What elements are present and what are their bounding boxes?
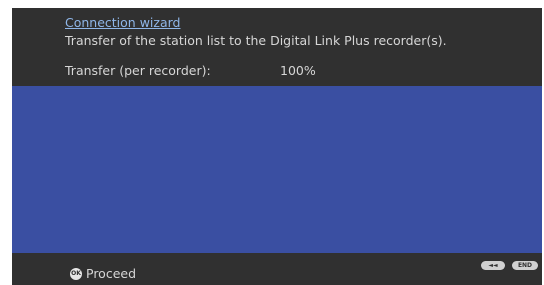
proceed-button[interactable]: OK Proceed bbox=[70, 266, 136, 281]
footer-bar: OK Proceed ◄◄ END bbox=[12, 253, 542, 285]
wizard-description: Transfer of the station list to the Digi… bbox=[65, 33, 447, 48]
tv-screen: Connection wizard Transfer of the statio… bbox=[0, 0, 544, 285]
content-area bbox=[12, 86, 542, 253]
ok-button-icon: OK bbox=[70, 267, 82, 280]
proceed-label: Proceed bbox=[86, 266, 137, 281]
wizard-header: Connection wizard Transfer of the statio… bbox=[12, 8, 542, 86]
rewind-icon[interactable]: ◄◄ bbox=[481, 261, 505, 270]
end-button[interactable]: END bbox=[512, 261, 538, 270]
transfer-progress-value: 100% bbox=[280, 63, 316, 78]
wizard-title-link[interactable]: Connection wizard bbox=[65, 15, 180, 30]
transfer-label: Transfer (per recorder): bbox=[65, 63, 211, 78]
